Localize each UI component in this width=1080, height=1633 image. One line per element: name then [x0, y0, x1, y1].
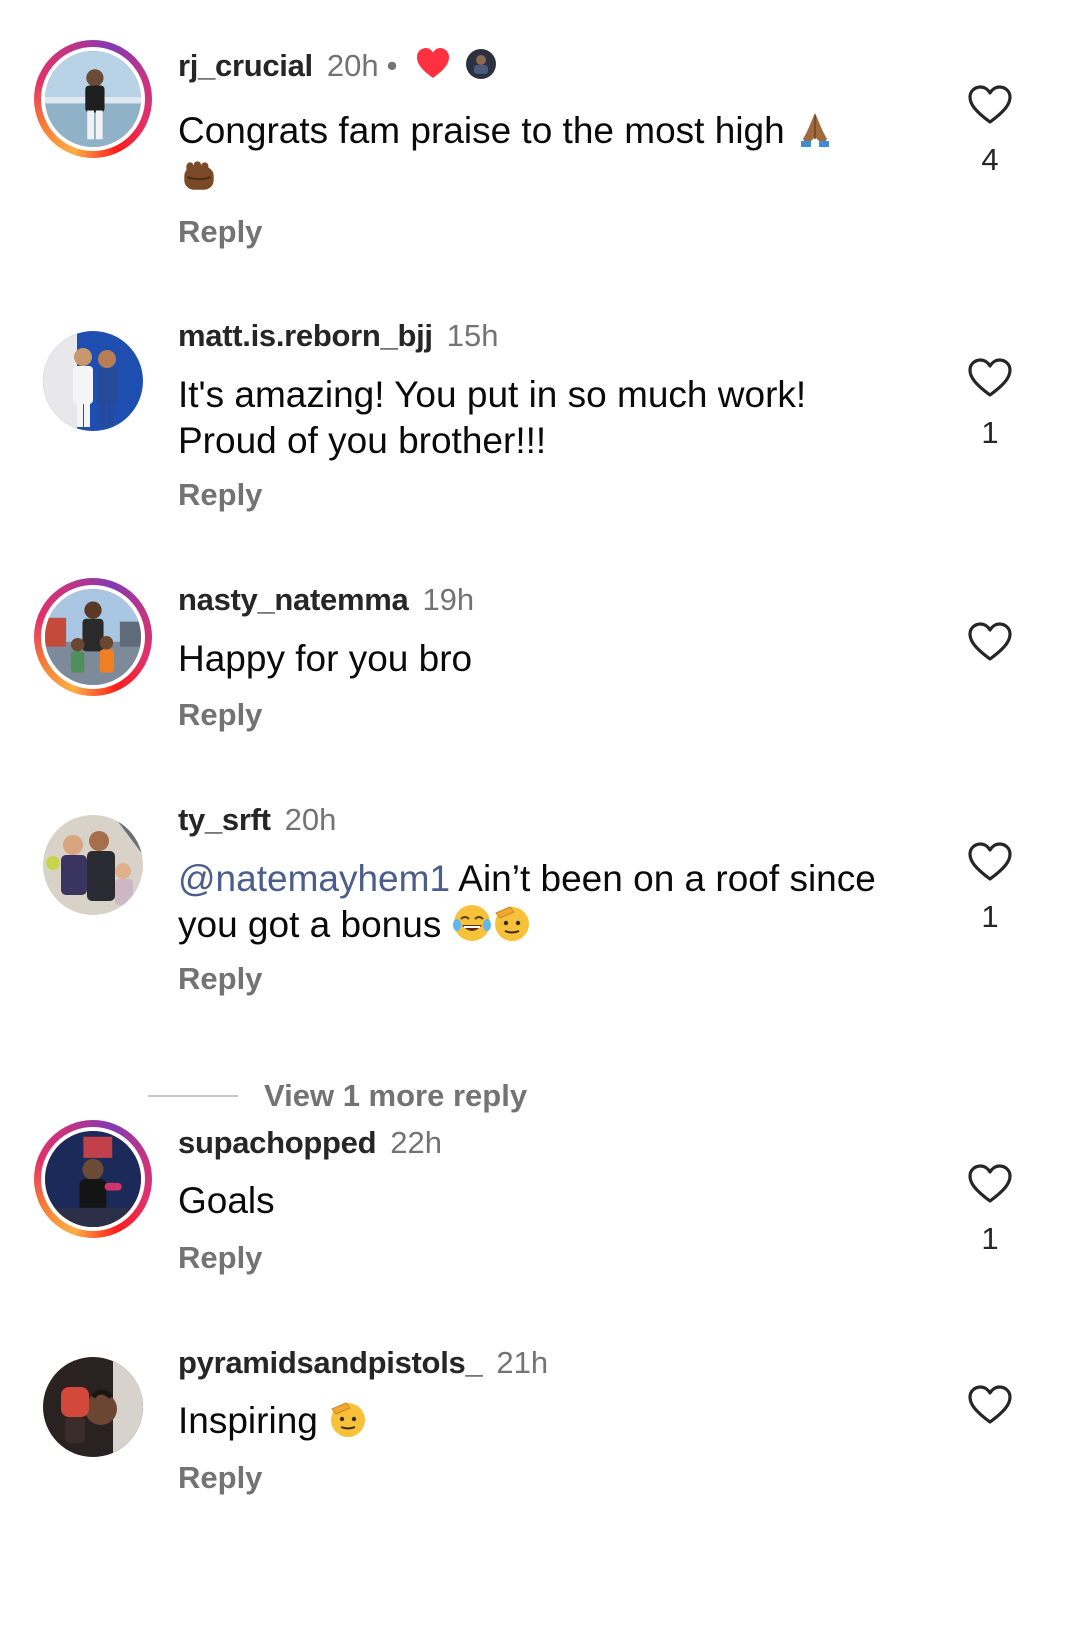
- view-more-replies-button[interactable]: View 1 more reply: [148, 1076, 527, 1116]
- timestamp: 15h: [446, 318, 499, 353]
- timestamp: 19h: [422, 582, 475, 617]
- view-more-replies-label: View 1 more reply: [264, 1078, 528, 1113]
- heart-outline-icon: [968, 1164, 1012, 1203]
- avatar-image: [43, 1357, 143, 1457]
- heart-outline-icon: [968, 1385, 1012, 1424]
- saluting-face-emoji: [492, 903, 532, 943]
- heart-outline-icon: [968, 622, 1012, 661]
- avatar[interactable]: [34, 806, 152, 924]
- avatar-image: [45, 51, 141, 147]
- divider-line: [148, 1095, 238, 1097]
- avatar[interactable]: [34, 1348, 152, 1466]
- heart-filled-icon: [417, 48, 450, 78]
- reply-button[interactable]: Reply: [178, 214, 262, 250]
- folded-hands-emoji: [795, 109, 835, 149]
- username[interactable]: ty_srft: [178, 802, 271, 837]
- comment-text: @natemayhem1 Ain’t been on a roof since …: [178, 858, 876, 945]
- username[interactable]: pyramidsandpistols_: [178, 1345, 483, 1380]
- timestamp: 21h: [496, 1345, 549, 1380]
- comment-meta: ty_srft 20h: [178, 802, 336, 838]
- heart-outline-icon: [968, 85, 1012, 124]
- timestamp: 22h: [390, 1125, 442, 1160]
- reply-button[interactable]: Reply: [178, 477, 262, 513]
- saluting-face-emoji: [328, 1399, 368, 1439]
- comment-text: Inspiring: [178, 1398, 918, 1444]
- comment-text: It's amazing! You put in so much work! P…: [178, 374, 807, 461]
- reply-button[interactable]: Reply: [178, 961, 262, 997]
- comment-meta: supachopped 22h: [178, 1125, 442, 1161]
- like-button[interactable]: [966, 621, 1014, 663]
- like-button[interactable]: [966, 841, 1014, 883]
- avatar[interactable]: [34, 1120, 152, 1238]
- avatar-image: [43, 815, 143, 915]
- heart-outline-icon: [968, 358, 1012, 397]
- timestamp: 20h: [284, 802, 337, 837]
- heart-outline-icon: [968, 842, 1012, 881]
- comment-meta: rj_crucial 20h •: [178, 46, 499, 90]
- like-button[interactable]: [966, 1384, 1014, 1426]
- reply-button[interactable]: Reply: [178, 697, 262, 733]
- avatar[interactable]: [34, 322, 152, 440]
- avatar-image: [45, 589, 141, 685]
- comment-meta: matt.is.reborn_bjj 15h: [178, 318, 498, 354]
- like-count: 1: [981, 415, 999, 450]
- reply-button[interactable]: Reply: [178, 1460, 262, 1496]
- username[interactable]: rj_crucial: [178, 48, 313, 83]
- avatar-image: [45, 1131, 141, 1227]
- like-button[interactable]: [966, 84, 1014, 126]
- separator-dot: •: [386, 48, 398, 84]
- author-liked-badge: [415, 46, 499, 90]
- like-count: 1: [981, 899, 999, 934]
- username[interactable]: nasty_natemma: [178, 582, 409, 617]
- comment-meta: pyramidsandpistols_ 21h: [178, 1345, 548, 1381]
- timestamp: 20h: [326, 48, 379, 84]
- like-button[interactable]: [966, 1163, 1014, 1205]
- avatar[interactable]: [34, 578, 152, 696]
- face-with-tears-of-joy-emoji: [452, 903, 492, 943]
- username[interactable]: supachopped: [178, 1125, 377, 1160]
- like-button[interactable]: [966, 357, 1014, 399]
- raised-fist-emoji: [178, 154, 220, 196]
- comment-text: Goals: [178, 1180, 275, 1221]
- comment-meta: nasty_natemma 19h: [178, 582, 474, 618]
- avatar[interactable]: [34, 40, 152, 158]
- avatar-image: [43, 331, 143, 431]
- like-count: 4: [981, 142, 999, 177]
- like-count: 1: [981, 1221, 999, 1256]
- comment-text: Happy for you bro: [178, 638, 473, 679]
- mention-link[interactable]: @natemayhem1: [178, 858, 450, 899]
- comment-text: Congrats fam praise to the most high: [178, 108, 918, 201]
- username[interactable]: matt.is.reborn_bjj: [178, 318, 433, 353]
- reply-button[interactable]: Reply: [178, 1240, 262, 1276]
